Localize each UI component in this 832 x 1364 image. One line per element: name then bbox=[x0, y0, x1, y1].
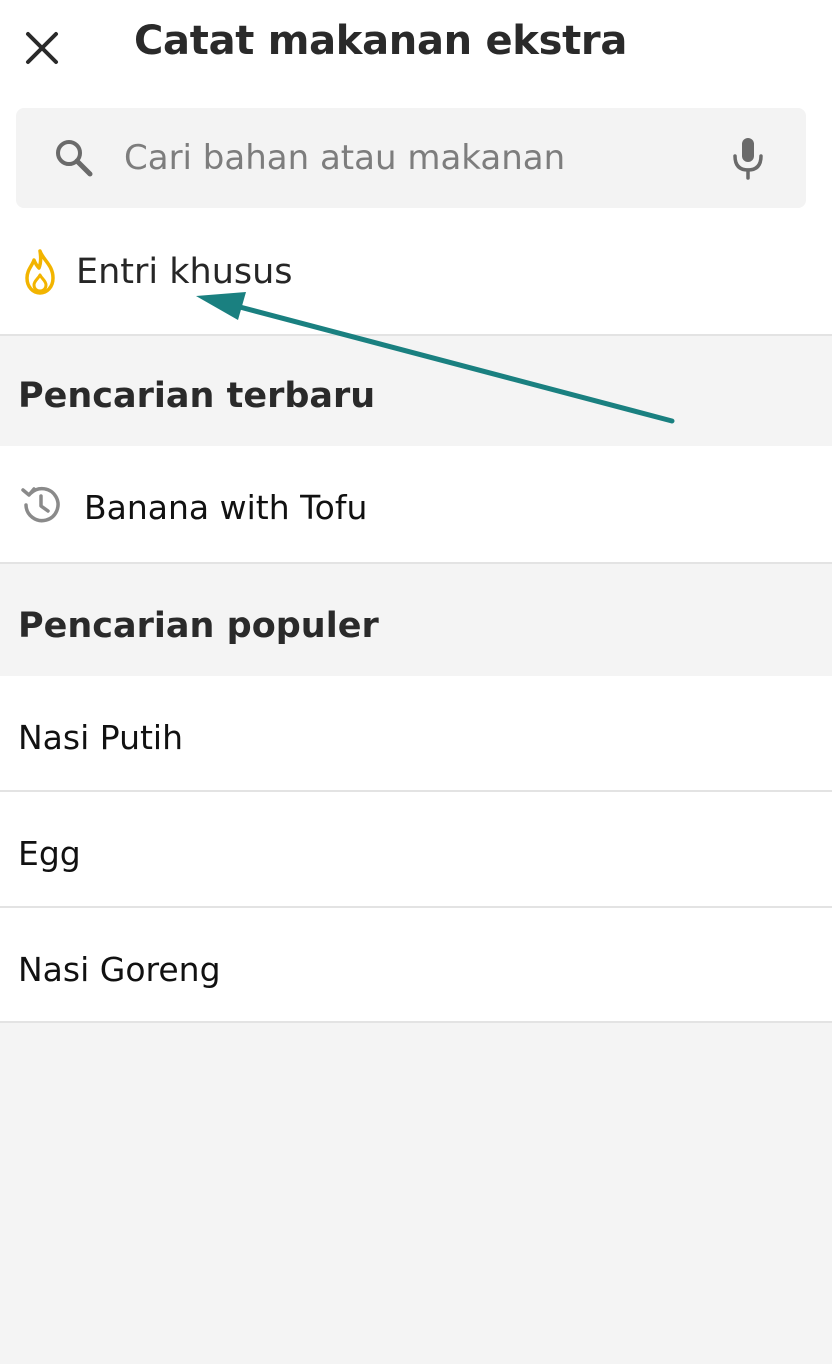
top-bar: Catat makanan ekstra bbox=[0, 0, 832, 100]
popular-search-label: Nasi Putih bbox=[18, 718, 184, 757]
search-bar[interactable] bbox=[16, 108, 806, 208]
search-icon bbox=[56, 140, 93, 177]
recent-searches-header: Pencarian terbaru bbox=[0, 336, 832, 446]
popular-search-item[interactable]: Nasi Putih bbox=[0, 676, 832, 792]
recent-searches-title: Pencarian terbaru bbox=[18, 376, 376, 416]
popular-searches-header: Pencarian populer bbox=[0, 564, 832, 676]
recent-search-item[interactable]: Banana with Tofu bbox=[0, 446, 832, 564]
close-button[interactable] bbox=[16, 22, 68, 74]
page-title: Catat makanan ekstra bbox=[134, 18, 628, 64]
history-icon bbox=[21, 486, 60, 523]
popular-search-label: Egg bbox=[18, 834, 81, 873]
popular-searches-title: Pencarian populer bbox=[18, 606, 379, 646]
flame-icon bbox=[25, 249, 55, 295]
search-section bbox=[0, 100, 832, 218]
microphone-icon[interactable] bbox=[724, 134, 772, 182]
popular-search-label: Nasi Goreng bbox=[18, 950, 221, 989]
recent-search-label: Banana with Tofu bbox=[84, 488, 368, 527]
popular-search-item[interactable]: Nasi Goreng bbox=[0, 908, 832, 1023]
search-input[interactable] bbox=[124, 132, 684, 184]
custom-entry-button[interactable]: Entri khusus bbox=[0, 218, 832, 336]
custom-entry-label: Entri khusus bbox=[76, 252, 293, 292]
popular-search-item[interactable]: Egg bbox=[0, 792, 832, 908]
close-icon bbox=[26, 32, 58, 64]
